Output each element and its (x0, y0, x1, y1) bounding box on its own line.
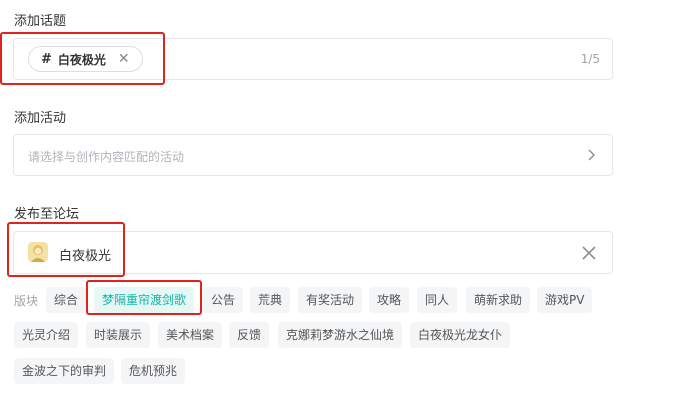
clear-icon[interactable] (580, 244, 598, 262)
board-tag[interactable]: 美术档案 (158, 322, 223, 348)
chevron-right-icon (588, 149, 595, 161)
board-tag-active[interactable]: 梦隔重帘渡剑歌 (94, 287, 195, 313)
board-tag[interactable]: 同人 (417, 287, 458, 313)
topic-field[interactable]: # 白夜极光 ✕ 1/5 (13, 38, 613, 80)
board-tag[interactable]: 攻略 (369, 287, 410, 313)
activity-select[interactable]: 请选择与创作内容匹配的活动 (13, 134, 613, 176)
board-tag[interactable]: 白夜极光龙女仆 (410, 322, 511, 348)
hash-icon: # (41, 51, 52, 67)
board-tag[interactable]: 游戏PV (537, 287, 593, 313)
topic-chip[interactable]: # 白夜极光 ✕ (28, 46, 143, 72)
board-tag[interactable]: 金波之下的审判 (14, 358, 115, 384)
topic-section-label: 添加话题 (14, 14, 67, 29)
topic-counter: 1/5 (580, 52, 600, 66)
board-tag[interactable]: 综合 (46, 287, 87, 313)
board-label: 版块 (14, 294, 39, 308)
close-icon[interactable]: ✕ (118, 51, 130, 67)
topic-chip-label: 白夜极光 (57, 52, 106, 67)
board-tag[interactable]: 荒典 (250, 287, 291, 313)
board-tag[interactable]: 公告 (203, 287, 244, 313)
board-tag[interactable]: 反馈 (229, 322, 270, 348)
board-tag[interactable]: 有奖活动 (298, 287, 363, 313)
board-tag[interactable]: 萌新求助 (466, 287, 531, 313)
board-tag[interactable]: 危机预兆 (121, 358, 186, 384)
forum-section-label: 发布至论坛 (14, 207, 80, 222)
forum-selected-label: 白夜极光 (59, 249, 112, 264)
forum-field[interactable]: 白夜极光 (13, 231, 613, 274)
board-tag[interactable]: 光灵介绍 (14, 322, 79, 348)
board-tag[interactable]: 时装展示 (86, 322, 151, 348)
forum-avatar (28, 242, 48, 262)
activity-section-label: 添加活动 (14, 111, 67, 126)
board-tag[interactable]: 克娜莉梦游水之仙境 (278, 322, 403, 348)
activity-placeholder: 请选择与创作内容匹配的活动 (28, 150, 185, 164)
